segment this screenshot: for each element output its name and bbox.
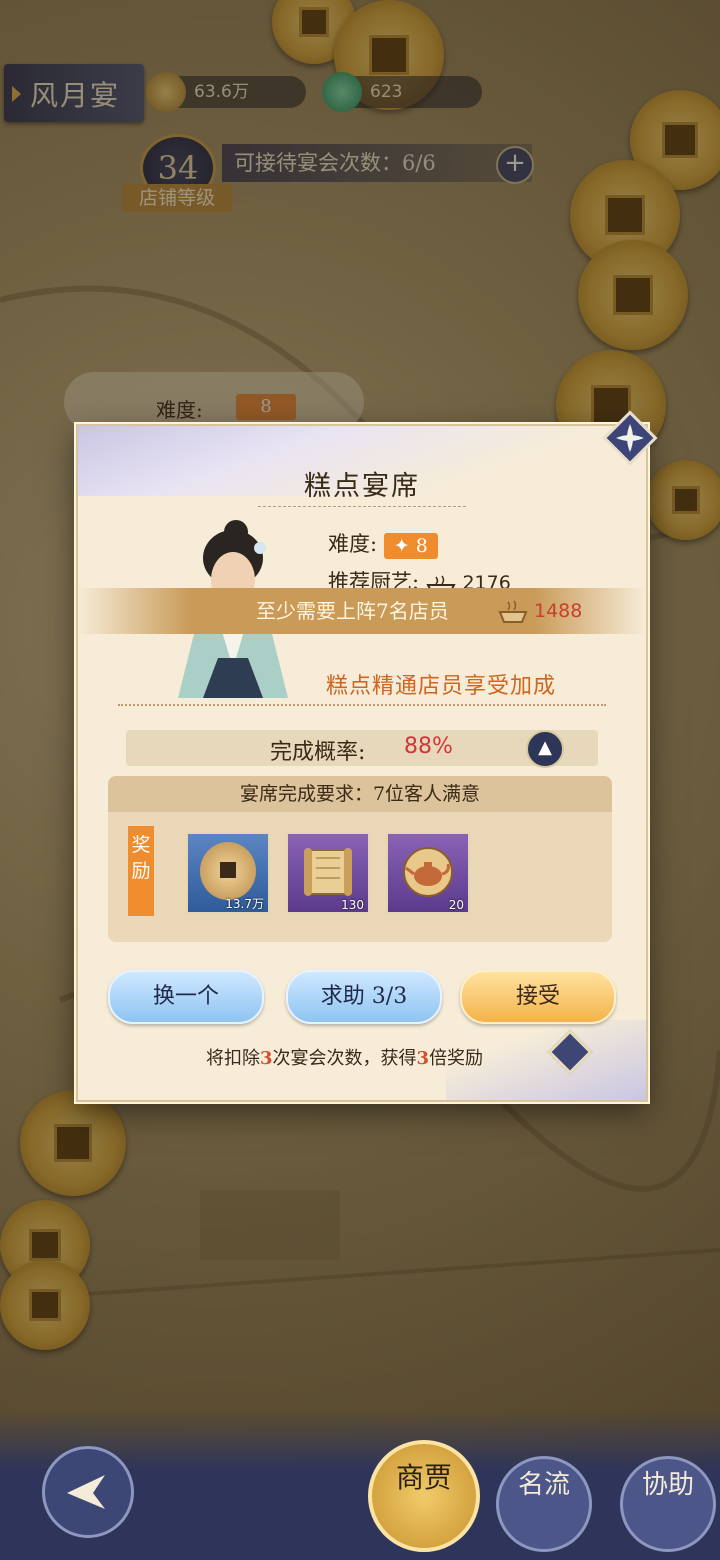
cooking-pot-icon	[498, 600, 528, 623]
completion-rate-bar: 完成概率: 88% ▲	[126, 730, 598, 768]
nav-shangjia[interactable]: 商贾	[368, 1440, 480, 1552]
copper-coin-icon	[200, 842, 256, 900]
note-prefix: 将扣除	[206, 1048, 260, 1069]
staff-requirement-text: 至少需要上阵7名店员	[256, 599, 449, 623]
nav-xiezhu[interactable]: 协助	[620, 1456, 716, 1552]
staff-requirement-banner: 至少需要上阵7名店员 1488	[78, 588, 646, 634]
banquet-dialog: 糕点宴席 难度: ✦ 8 推荐厨艺: 2176 至少需要上阵7名店员 1488 …	[76, 424, 648, 1102]
close-icon[interactable]	[600, 408, 660, 468]
nav-mingliu[interactable]: 名流	[496, 1456, 592, 1552]
nav-mingliu-label: 名流	[517, 1470, 570, 1500]
note-number: 3	[416, 1048, 430, 1069]
scroll-icon	[304, 848, 352, 896]
completion-requirement: 宴席完成要求：7位客人满意	[108, 776, 612, 812]
increase-rate-button[interactable]: ▲	[526, 730, 564, 768]
dialog-title: 糕点宴席	[304, 471, 420, 502]
accept-button[interactable]: 接受	[460, 970, 616, 1024]
note-number: 3	[260, 1048, 273, 1069]
section-divider	[118, 704, 606, 706]
reward-item[interactable]: 130	[286, 832, 370, 914]
difficulty-row: 难度: ✦ 8	[328, 528, 438, 559]
reward-item[interactable]: 13.7万	[186, 832, 270, 914]
nav-xiezhu-label: 协助	[641, 1470, 694, 1500]
up-arrow-icon: ▲	[538, 737, 552, 758]
current-skill-value: 1488	[534, 600, 583, 622]
title-divider	[258, 506, 466, 507]
reward-count: 20	[448, 898, 464, 912]
difficulty-label: 难度:	[328, 532, 378, 556]
note-suffix: 倍奖励	[429, 1048, 484, 1069]
nav-shangjia-label: 商贾	[395, 1461, 452, 1494]
help-button[interactable]: 求助 3/3	[286, 970, 442, 1024]
completion-rate-label: 完成概率:	[270, 740, 366, 765]
teapot-icon	[403, 847, 453, 897]
reward-count: 13.7万	[225, 897, 264, 911]
multiplier-note: 将扣除3次宴会次数，获得3倍奖励	[206, 1044, 483, 1070]
back-arrow-icon	[67, 1475, 105, 1509]
note-middle: 次宴会次数，获得	[272, 1048, 417, 1069]
difficulty-value: 8	[415, 534, 428, 557]
reward-panel: 宴席完成要求：7位客人满意 奖励 13.7万 130 20	[108, 776, 612, 942]
swap-button[interactable]: 换一个	[108, 970, 264, 1024]
difficulty-badge: ✦ 8	[383, 532, 438, 559]
back-button[interactable]	[42, 1446, 134, 1538]
reward-item[interactable]: 20	[386, 832, 470, 914]
reward-count: 130	[341, 898, 364, 912]
reward-tag: 奖励	[128, 826, 154, 916]
completion-rate-value: 88%	[404, 734, 453, 759]
bonus-text: 糕点精通店员享受加成	[326, 674, 557, 699]
